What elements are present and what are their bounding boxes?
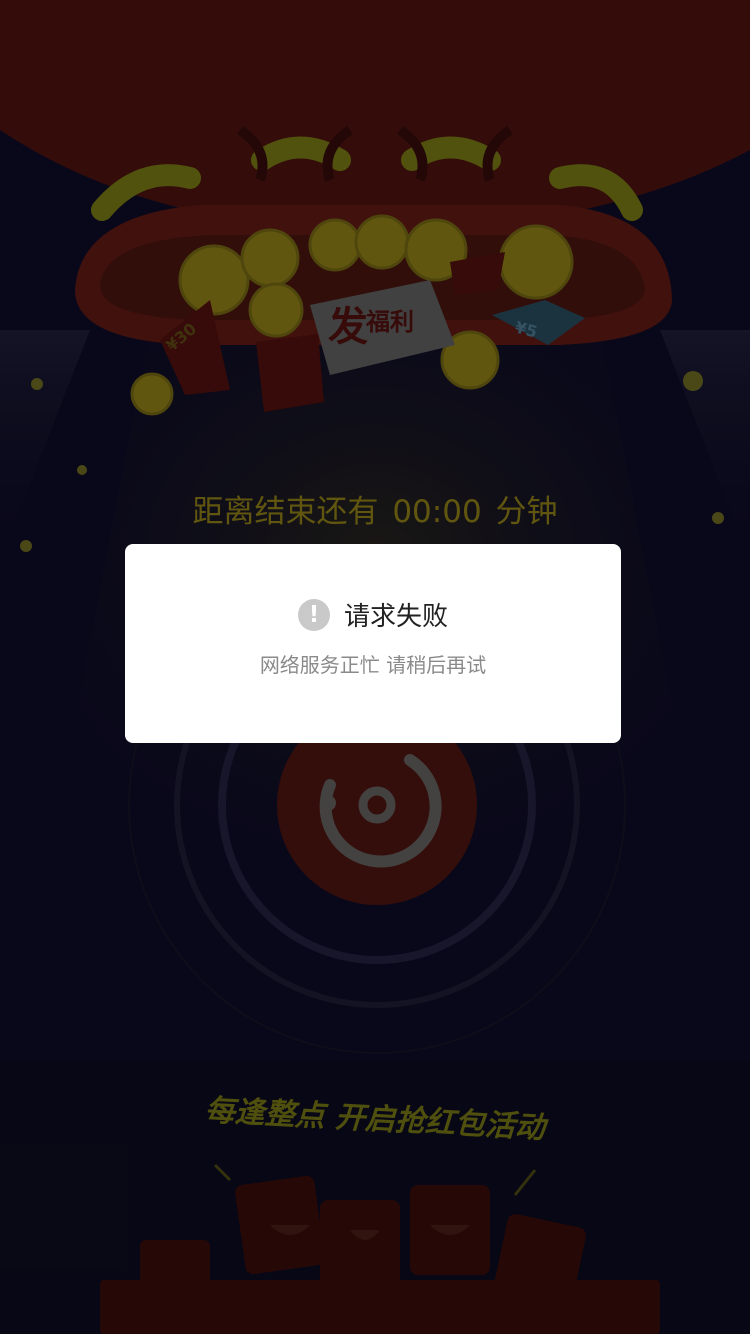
dialog-message: 网络服务正忙 请稍后再试 [259,653,487,677]
exclamation-icon: ! [297,598,330,631]
dialog-title: 请求失败 [343,602,448,632]
dialog-title-row: ! 请求失败 [125,596,621,633]
error-dialog: ! 请求失败 网络服务正忙 请稍后再试 [125,544,621,743]
